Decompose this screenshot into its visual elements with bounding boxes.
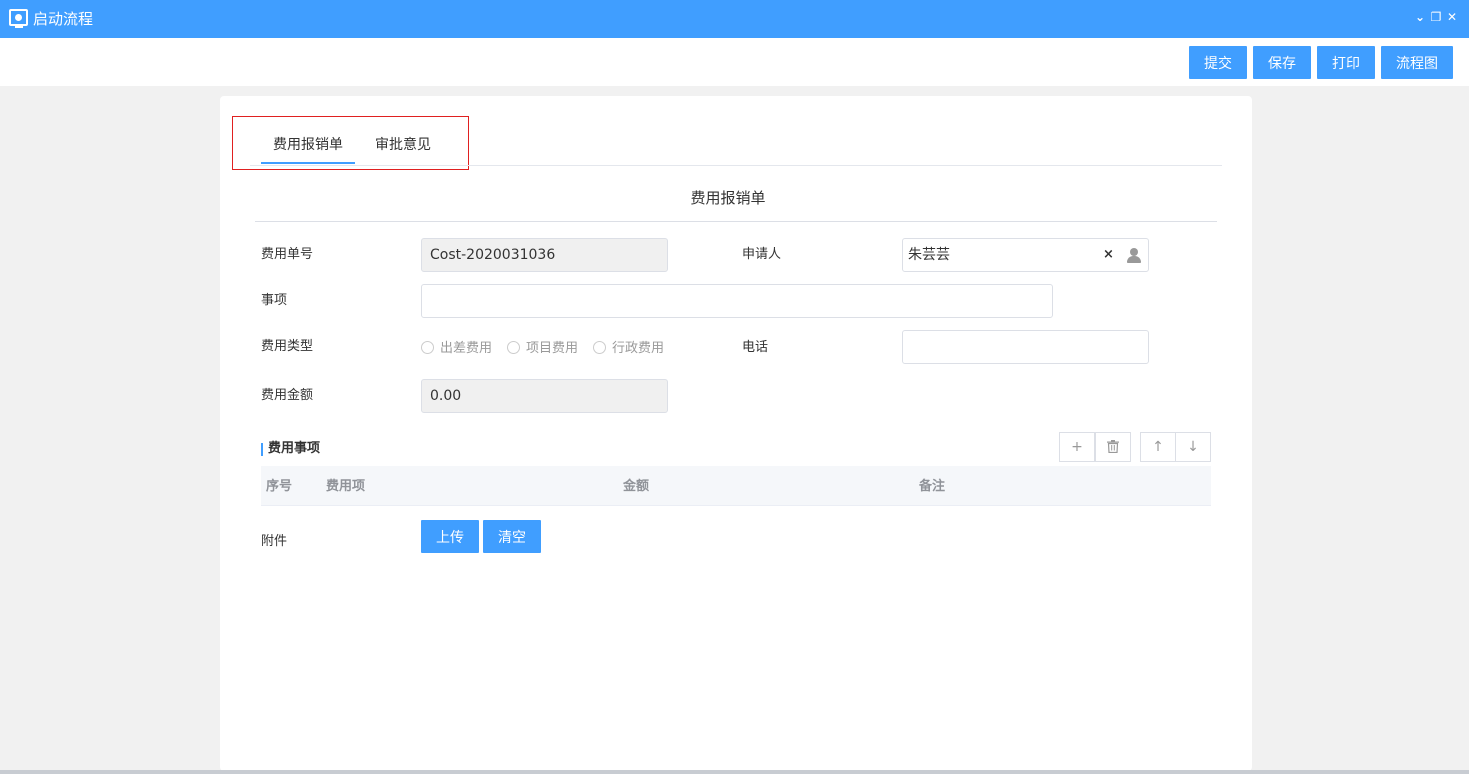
collapse-icon[interactable]: ⌄ (1413, 8, 1427, 26)
flowchart-button[interactable]: 流程图 (1381, 46, 1453, 79)
detail-section-title: 费用事项 (268, 441, 321, 456)
move-up-button[interactable]: ↑ (1140, 432, 1176, 462)
clear-button[interactable]: 清空 (483, 520, 541, 553)
column-header-remark: 备注 (919, 479, 946, 494)
trash-icon (1107, 440, 1119, 454)
amount-field: 0.00 (421, 379, 668, 413)
form-title-divider (255, 221, 1217, 222)
radio-label: 行政费用 (612, 341, 665, 356)
print-button[interactable]: 打印 (1317, 46, 1375, 79)
save-button[interactable]: 保存 (1253, 46, 1311, 79)
restore-icon[interactable]: ❐ (1429, 8, 1443, 26)
active-tab-indicator (261, 162, 355, 164)
close-icon[interactable]: ✕ (1445, 8, 1459, 26)
radio-label: 出差费用 (440, 341, 493, 356)
detail-table-header: 序号 费用项 金额 备注 (261, 466, 1211, 506)
radio-label: 项目费用 (526, 341, 579, 356)
radio-travel-expense[interactable]: 出差费用 (421, 341, 492, 357)
attachment-label: 附件 (261, 534, 288, 549)
column-header-cost-item: 费用项 (326, 479, 366, 494)
radio-circle (421, 341, 434, 354)
section-accent-bar (261, 443, 263, 456)
tabs-divider (250, 165, 1222, 166)
tab-expense-form[interactable]: 费用报销单 (273, 137, 343, 153)
item-field[interactable] (421, 284, 1053, 318)
delete-row-button[interactable] (1095, 432, 1131, 462)
phone-field[interactable] (902, 330, 1149, 364)
radio-circle (507, 341, 520, 354)
amount-label: 费用金额 (261, 388, 314, 403)
radio-project-expense[interactable]: 项目费用 (507, 341, 578, 357)
monitor-icon (9, 9, 28, 28)
radio-admin-expense[interactable]: 行政费用 (593, 341, 664, 357)
phone-label: 电话 (742, 340, 769, 355)
tab-approval-opinion[interactable]: 审批意见 (375, 137, 431, 153)
column-header-amount: 金额 (623, 479, 650, 494)
cost-no-label: 费用单号 (261, 247, 314, 262)
item-label: 事项 (261, 293, 288, 308)
window-titlebar: 启动流程 ⌄ ❐ ✕ (0, 0, 1469, 38)
cost-type-label: 费用类型 (261, 339, 314, 354)
window-title: 启动流程 (33, 10, 94, 28)
user-icon[interactable] (1127, 248, 1141, 263)
action-toolbar: 提交 保存 打印 流程图 (0, 38, 1469, 86)
move-down-button[interactable]: ↓ (1175, 432, 1211, 462)
applicant-label: 申请人 (742, 247, 782, 262)
radio-circle (593, 341, 606, 354)
form-title: 费用报销单 (690, 189, 766, 207)
submit-button[interactable]: 提交 (1189, 46, 1247, 79)
column-header-index: 序号 (266, 479, 293, 494)
cost-no-field: Cost-2020031036 (421, 238, 668, 272)
upload-button[interactable]: 上传 (421, 520, 479, 553)
clear-icon[interactable]: × (1103, 247, 1114, 262)
add-row-button[interactable]: + (1059, 432, 1095, 462)
bottom-edge (0, 770, 1469, 774)
